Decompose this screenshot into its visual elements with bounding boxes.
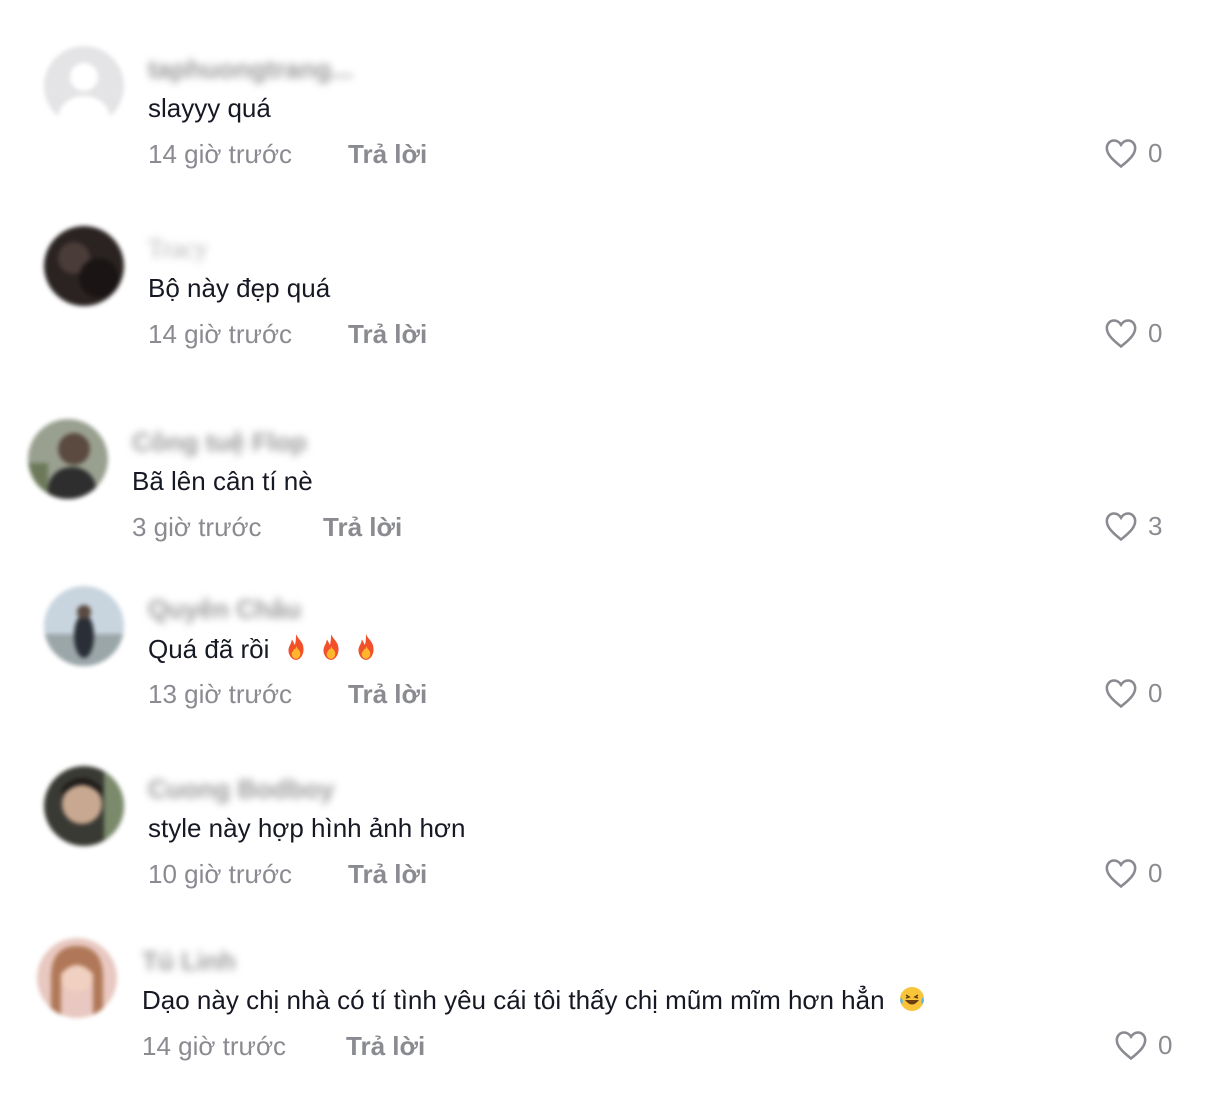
reply-button[interactable]: Trả lời <box>348 139 427 170</box>
comment-text: Bã lên cân tí nè <box>132 466 313 496</box>
reply-button[interactable]: Trả lời <box>323 512 402 543</box>
comment-item: Quyên Châu Quá đã rồi 13 giờ trước Trả l… <box>0 540 1212 709</box>
comment-text: style này hợp hình ảnh hơn <box>148 813 466 843</box>
fire-icon <box>351 634 379 664</box>
like-count: 0 <box>1148 857 1163 888</box>
timestamp: 14 giờ trước <box>148 319 292 349</box>
heart-icon <box>1105 679 1137 709</box>
heart-icon <box>1105 139 1137 169</box>
reply-button[interactable]: Trả lời <box>348 679 427 710</box>
comment-text: Dạo này chị nhà có tí tình yêu cái tôi t… <box>142 985 926 1016</box>
comment-item: Tú Linh Dạo này chị nhà có tí tình yêu c… <box>0 892 1212 1061</box>
username[interactable]: Quyên Châu <box>148 594 301 625</box>
like-button[interactable]: 3 <box>1104 510 1162 542</box>
comment-text: slayyy quá <box>148 93 271 123</box>
comment-item: taphuongtrang... slayyy quá 14 giờ trước… <box>0 0 1212 169</box>
laughing-tears-icon <box>892 985 926 1015</box>
reply-button[interactable]: Trả lời <box>348 859 427 890</box>
avatar[interactable] <box>44 226 124 306</box>
comment-text: Bộ này đẹp quá <box>148 273 331 303</box>
like-count: 3 <box>1148 510 1163 541</box>
avatar[interactable] <box>44 586 124 666</box>
username[interactable]: Tracy <box>148 234 208 264</box>
like-count: 0 <box>1148 677 1163 708</box>
like-count: 0 <box>1158 1029 1173 1060</box>
avatar[interactable] <box>37 938 117 1018</box>
like-count: 0 <box>1148 137 1163 168</box>
timestamp: 14 giờ trước <box>148 139 292 169</box>
heart-icon <box>1105 319 1137 349</box>
fire-icon <box>316 634 351 664</box>
timestamp: 10 giờ trước <box>148 859 292 889</box>
timestamp: 3 giờ trước <box>132 512 262 542</box>
comment-item: Tracy Bộ này đẹp quá 14 giờ trước Trả lờ… <box>0 180 1212 349</box>
comment-item: Công tuệ Flop Bã lên cân tí nè 3 giờ trư… <box>0 373 1212 542</box>
heart-icon <box>1105 512 1137 542</box>
username[interactable]: Công tuệ Flop <box>132 427 307 458</box>
comment-item: Cuong Bodboy style này hợp hình ảnh hơn … <box>0 720 1212 889</box>
reply-button[interactable]: Trả lời <box>346 1031 425 1062</box>
avatar[interactable] <box>28 419 108 499</box>
avatar[interactable] <box>44 46 124 126</box>
timestamp: 14 giờ trước <box>142 1031 286 1061</box>
like-count: 0 <box>1148 317 1163 348</box>
like-button[interactable]: 0 <box>1114 1029 1172 1061</box>
avatar[interactable] <box>44 766 124 846</box>
username[interactable]: Cuong Bodboy <box>148 774 334 805</box>
comment-text: Quá đã rồi <box>148 633 379 665</box>
comment-text-body: Quá đã rồi <box>148 634 270 664</box>
heart-icon <box>1105 859 1137 889</box>
username[interactable]: taphuongtrang... <box>148 54 353 85</box>
username[interactable]: Tú Linh <box>142 946 236 977</box>
like-button[interactable]: 0 <box>1104 677 1162 709</box>
fire-icon <box>281 634 316 664</box>
comment-text-body: Dạo này chị nhà có tí tình yêu cái tôi t… <box>142 985 885 1015</box>
reply-button[interactable]: Trả lời <box>348 319 427 350</box>
like-button[interactable]: 0 <box>1104 317 1162 349</box>
heart-icon <box>1115 1031 1147 1061</box>
like-button[interactable]: 0 <box>1104 137 1162 169</box>
timestamp: 13 giờ trước <box>148 679 292 709</box>
like-button[interactable]: 0 <box>1104 857 1162 889</box>
